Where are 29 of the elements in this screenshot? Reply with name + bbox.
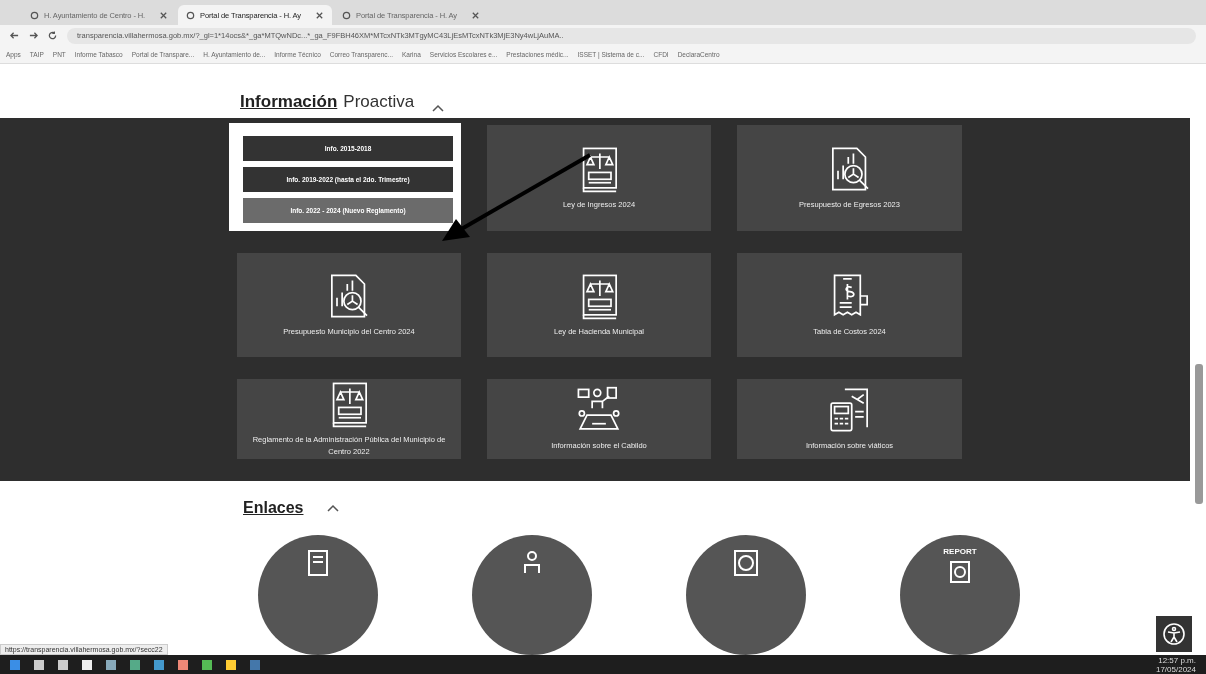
close-icon[interactable]: [159, 10, 168, 20]
clock-time: 12:57 p.m.: [1158, 655, 1196, 665]
link-circle[interactable]: REPORT: [900, 535, 1020, 655]
taskbar-icon[interactable]: [202, 659, 212, 670]
back-icon[interactable]: [10, 31, 19, 40]
taskbar-icon[interactable]: [130, 659, 140, 670]
close-icon[interactable]: [471, 10, 480, 20]
section-title: Enlaces: [243, 498, 304, 517]
taskbar-icon[interactable]: [34, 659, 44, 670]
forward-icon[interactable]: [29, 31, 38, 40]
section-subtitle: Proactiva: [343, 92, 415, 112]
site-icon: [342, 10, 351, 20]
taskbar-icon[interactable]: [58, 659, 68, 670]
clock-date: 17/05/2024: [1155, 664, 1196, 674]
close-icon[interactable]: [315, 10, 324, 20]
taskbar-icon[interactable]: [82, 659, 92, 670]
taskbar-icon[interactable]: [106, 659, 116, 670]
taskbar-icon[interactable]: [226, 659, 236, 670]
collapse-icon[interactable]: [432, 104, 445, 112]
accessibility-button[interactable]: [1156, 616, 1192, 652]
scrollbar-thumb[interactable]: [1195, 364, 1203, 504]
site-icon: [186, 10, 195, 20]
link-label: REPORT: [943, 547, 977, 556]
taskbar-icon[interactable]: [178, 659, 188, 670]
reload-icon[interactable]: [48, 31, 57, 40]
collapse-icon[interactable]: [327, 503, 340, 512]
section-title: Información: [240, 92, 338, 112]
site-icon: [30, 10, 39, 20]
accessibility-icon: [1162, 622, 1186, 646]
